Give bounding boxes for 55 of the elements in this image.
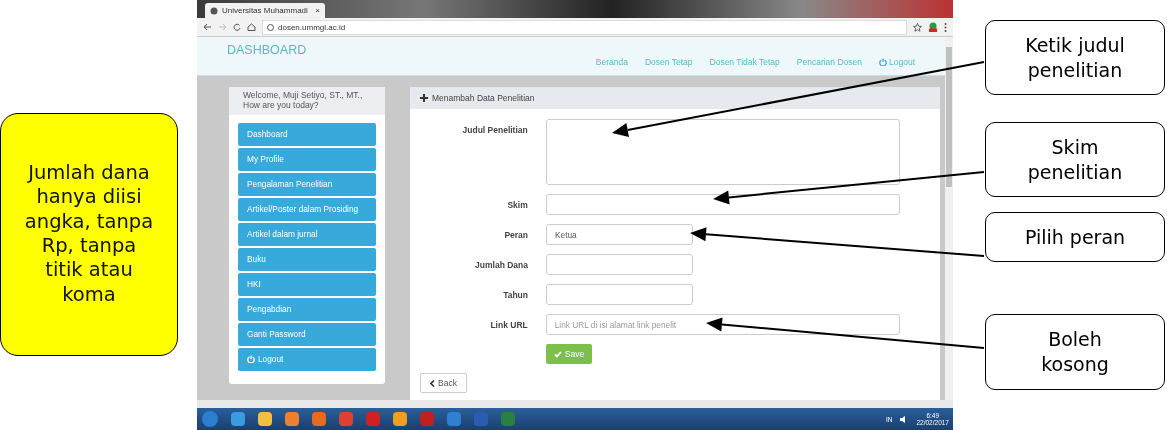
logout-link[interactable]: Logout: [879, 57, 915, 67]
welcome-text: Welcome, Muji Setiyo, ST., MT., How are you today?: [229, 87, 385, 115]
sidebar-item[interactable]: My Profile: [238, 147, 376, 171]
nav-link[interactable]: Dosen Tidak Tetap: [709, 57, 780, 67]
power-icon: [879, 58, 887, 66]
field-label: Tahun: [502, 289, 528, 300]
menu-icon[interactable]: [944, 22, 947, 32]
sidebar-item[interactable]: Artikel/Poster dalam Prosiding: [238, 197, 376, 221]
address-bar[interactable]: dosen.ummgl.ac.id: [262, 19, 907, 35]
back-arrow-icon[interactable]: [203, 23, 212, 31]
sidebar-item[interactable]: Ganti Password: [238, 322, 376, 346]
plus-icon: [420, 94, 428, 102]
forward-arrow-icon[interactable]: [218, 23, 227, 31]
sidebar-item[interactable]: Buku: [238, 247, 376, 271]
peran-select[interactable]: Ketua: [546, 224, 693, 245]
nav-link[interactable]: Beranda: [595, 57, 628, 67]
chevron-left-icon: [430, 379, 436, 387]
callout-box: Boleh kosong: [985, 314, 1165, 390]
extension-icon[interactable]: [928, 22, 938, 32]
sidebar-item[interactable]: HKI: [238, 272, 376, 296]
input-field[interactable]: [546, 254, 693, 275]
back-button[interactable]: Back: [420, 373, 467, 393]
field-label: Jumlah Dana: [474, 259, 528, 270]
tab-close[interactable]: ×: [315, 6, 320, 15]
callout-box: Pilih peran: [985, 212, 1165, 262]
sidebar-item[interactable]: Logout: [238, 347, 376, 371]
star-icon[interactable]: [913, 22, 922, 32]
field-label: Skim: [506, 199, 528, 210]
browser-tab[interactable]: Universitas Muhammadi ×: [205, 3, 325, 18]
panel-title: Menambah Data Penelitian: [432, 93, 535, 103]
input-field[interactable]: Link URL di isi alamat link penelit: [545, 314, 900, 335]
callout-note: Jumlah dana hanya diisi angka, tanpa Rp, tanpa titik atau koma: [0, 112, 178, 356]
nav-link[interactable]: Dosen Tetap: [644, 57, 693, 67]
horizontal-scrollbar[interactable]: [197, 400, 953, 408]
check-icon: [553, 350, 562, 358]
reload-icon[interactable]: [233, 23, 241, 31]
sidebar-item[interactable]: Pengalaman Penelitian: [238, 172, 376, 196]
brand-title[interactable]: DASHBOARD: [227, 43, 307, 75]
field-label: Judul Penelitian: [461, 124, 528, 135]
input-field[interactable]: [546, 284, 693, 305]
start-orb-icon[interactable]: [201, 410, 219, 428]
sidebar-item[interactable]: Pengabdian: [238, 297, 376, 321]
tab-title: Universitas Muhammadi: [222, 6, 309, 15]
input-field[interactable]: [545, 194, 900, 215]
sidebar-item[interactable]: Dashboard: [238, 122, 376, 146]
field-label: Peran: [503, 229, 528, 240]
field-label: Link URL: [489, 319, 528, 330]
callout-box: Skim penelitian: [985, 122, 1165, 197]
save-button[interactable]: Save: [546, 344, 592, 364]
scrollbar-thumb[interactable]: [946, 47, 952, 187]
home-icon[interactable]: [247, 23, 256, 31]
nav-link[interactable]: Pencarian Dosen: [796, 57, 862, 67]
sidebar-item[interactable]: Artikel dalam jurnal: [238, 222, 376, 246]
callout-box: Ketik judul penelitian: [985, 20, 1165, 95]
power-icon: [247, 355, 255, 364]
